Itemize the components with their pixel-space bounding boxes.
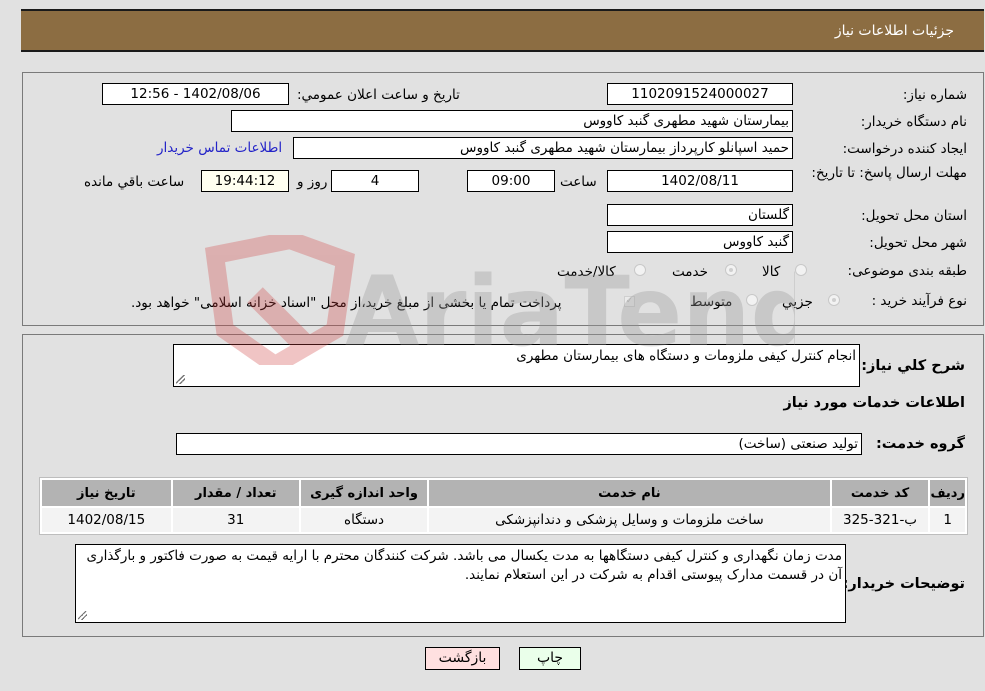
category-option-service: خدمت xyxy=(672,264,708,280)
days-label: روز و xyxy=(297,174,328,190)
col-unit: واحد اندازه گيری xyxy=(300,480,428,506)
purchase-radio-minor[interactable] xyxy=(828,294,840,306)
buyer-org-label: نام دستگاه خريدار: xyxy=(860,114,967,130)
need-number-label: شماره نیاز: xyxy=(902,87,967,103)
city-field[interactable]: گنبد کاووس xyxy=(607,231,793,253)
buyer-contact-link[interactable]: اطلاعات تماس خريدار xyxy=(157,140,282,156)
cell-service-code: ب-321-325 xyxy=(831,508,929,532)
services-table-wrap: تاريخ نياز تعداد / مقدار واحد اندازه گير… xyxy=(39,477,968,535)
remaining-time-field: 19:44:12 xyxy=(201,170,289,192)
purchase-option-minor: جزيي xyxy=(782,294,813,310)
city-label: شهر محل تحويل: xyxy=(869,235,967,251)
deadline-date-field[interactable]: 1402/08/11 xyxy=(607,170,793,192)
resize-grip-icon[interactable] xyxy=(176,375,185,384)
deadline-label: مهلت ارسال پاسخ: تا تاريخ: xyxy=(811,165,967,181)
purchase-radio-medium[interactable] xyxy=(746,294,758,306)
treasury-checkbox[interactable]: ✓ xyxy=(624,296,635,307)
col-service-name: نام خدمت xyxy=(429,480,830,506)
announce-datetime-label: تاريخ و ساعت اعلان عمومي: xyxy=(297,87,460,103)
treasury-note: پرداخت تمام يا بخشی از مبلغ خريد،از محل … xyxy=(131,295,562,311)
category-option-goods: کالا xyxy=(762,264,781,280)
resize-grip-icon[interactable] xyxy=(78,611,87,620)
cell-quantity: 31 xyxy=(172,508,299,532)
description-textarea[interactable]: انجام کنترل کیفی ملزومات و دستگاه های بی… xyxy=(173,344,860,387)
purchase-option-medium: متوسط xyxy=(690,294,733,310)
buyer-notes-textarea[interactable]: مدت زمان نگهداری و کنترل کیفی دستگاهها ب… xyxy=(75,544,846,623)
services-section-title: اطلاعات خدمات مورد نياز xyxy=(783,395,965,411)
category-radio-goods[interactable] xyxy=(795,264,807,276)
buyer-org-field[interactable]: بیمارستان شهید مطهری گنبد کاووس xyxy=(231,110,793,132)
cell-service-name: ساخت ملزومات و وسایل پزشکی و دندانپزشکی xyxy=(429,508,830,532)
deadline-time-field[interactable]: 09:00 xyxy=(467,170,555,192)
col-quantity: تعداد / مقدار xyxy=(172,480,299,506)
cell-unit: دستگاه xyxy=(300,508,428,532)
cell-need-date: 1402/08/15 xyxy=(42,508,171,532)
service-group-field[interactable]: تولید صنعتی (ساخت) xyxy=(176,433,862,455)
page-header: جزئیات اطلاعات نیاز xyxy=(21,9,984,52)
buyer-notes-label: توضيحات خريدار: xyxy=(842,576,965,592)
requester-field[interactable]: حمید اسپانلو کارپرداز بیمارستان شهید مطه… xyxy=(293,137,793,159)
announce-datetime-field[interactable]: 1402/08/06 - 12:56 xyxy=(102,83,289,105)
services-table: تاريخ نياز تعداد / مقدار واحد اندازه گير… xyxy=(39,477,968,535)
category-radio-goods-service[interactable] xyxy=(634,264,646,276)
back-button[interactable]: بازگشت xyxy=(425,647,500,670)
province-label: استان محل تحويل: xyxy=(861,208,967,224)
service-group-label: گروه خدمت: xyxy=(875,436,965,452)
page-title: جزئیات اطلاعات نیاز xyxy=(834,23,954,39)
category-option-goods-service: کالا/خدمت xyxy=(557,264,616,280)
need-number-field[interactable]: 1102091524000027 xyxy=(607,83,793,105)
purchase-type-label: نوع فرآيند خريد : xyxy=(871,293,967,309)
col-row: رديف xyxy=(930,480,965,506)
col-service-code: کد خدمت xyxy=(831,480,929,506)
requester-label: ايجاد کننده درخواست: xyxy=(842,141,967,157)
description-text: انجام کنترل کیفی ملزومات و دستگاه های بی… xyxy=(516,348,856,364)
table-row: 1402/08/15 31 دستگاه ساخت ملزومات و وسای… xyxy=(42,508,965,532)
remaining-label: ساعت باقي مانده xyxy=(84,174,185,190)
table-header-row: تاريخ نياز تعداد / مقدار واحد اندازه گير… xyxy=(42,480,965,506)
deadline-time-label: ساعت xyxy=(560,174,597,190)
col-need-date: تاريخ نياز xyxy=(42,480,171,506)
category-radio-service[interactable] xyxy=(725,264,737,276)
remaining-days-field[interactable]: 4 xyxy=(331,170,419,192)
description-label: شرح کلي نياز: xyxy=(861,358,965,374)
province-field[interactable]: گلستان xyxy=(607,204,793,226)
buyer-notes-text: مدت زمان نگهداری و کنترل کیفی دستگاهها ب… xyxy=(86,548,842,583)
category-label: طبقه بندی موضوعی: xyxy=(847,263,967,279)
print-button[interactable]: چاپ xyxy=(519,647,581,670)
cell-row: 1 xyxy=(930,508,965,532)
